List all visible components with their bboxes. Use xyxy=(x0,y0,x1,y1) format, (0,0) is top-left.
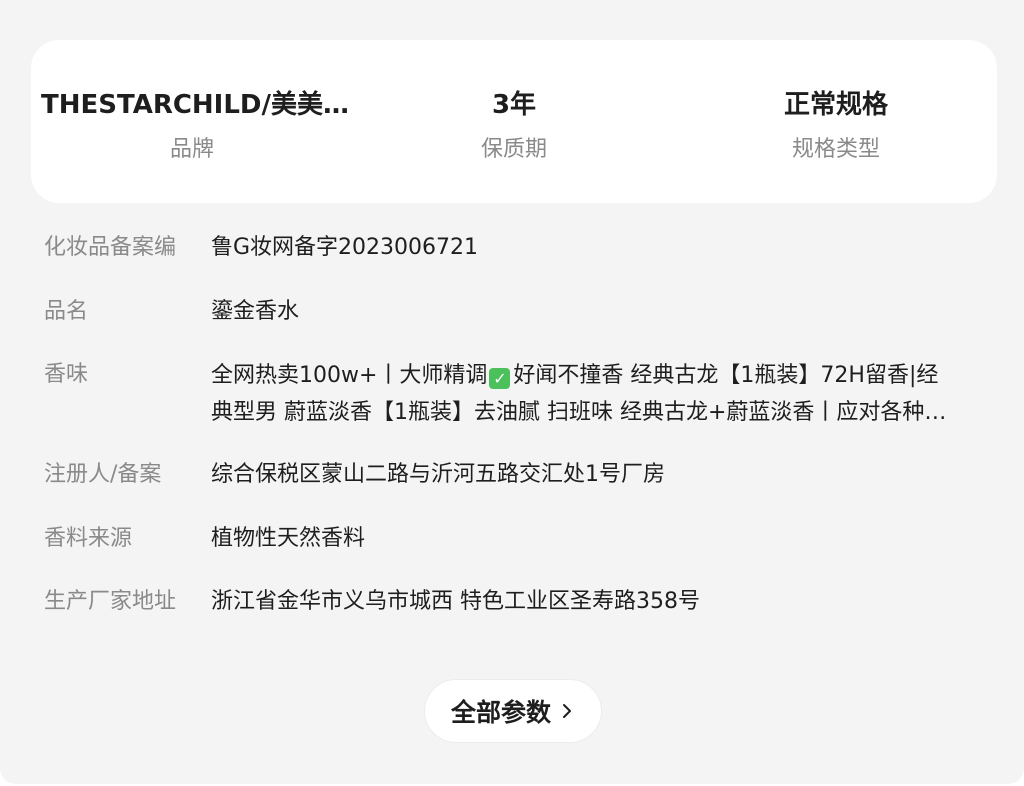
shelf-life-attribute: 3年 保质期 xyxy=(353,40,675,203)
param-value: 植物性天然香料 xyxy=(211,526,366,551)
param-value: 浙江省金华市义乌市城西 特色工业区圣寿路358号 xyxy=(211,589,700,614)
param-label: 香料来源 xyxy=(44,526,133,551)
product-params-panel: THESTARCHILD/美美… 品牌 3年 保质期 正常规格 规格类型 化妆品… xyxy=(0,0,1024,784)
spec-type-attribute: 正常规格 规格类型 xyxy=(675,40,997,203)
spec-type-value: 正常规格 xyxy=(783,90,888,120)
all-params-button[interactable]: 全部参数 xyxy=(424,679,602,743)
param-label: 生产厂家地址 xyxy=(44,589,177,614)
param-value: 综合保税区蒙山二路与沂河五路交汇处1号厂房 xyxy=(211,462,665,487)
shelf-life-label: 保质期 xyxy=(480,137,547,162)
param-label: 注册人/备案 xyxy=(44,462,162,487)
scent-text-part-1: 全网热卖100w+丨大师精调 xyxy=(211,363,488,388)
param-label: 品名 xyxy=(44,299,89,324)
scent-line-1: 全网热卖100w+丨大师精调 ✓ 好闻不撞香 经典古龙【1瓶装】72H留香|经 xyxy=(211,357,981,394)
param-value: 鎏金香水 xyxy=(211,299,300,324)
brand-label: 品牌 xyxy=(169,137,214,162)
brand-value: THESTARCHILD/美美… xyxy=(41,90,350,120)
key-attributes-card: THESTARCHILD/美美… 品牌 3年 保质期 正常规格 规格类型 xyxy=(31,40,997,203)
brand-attribute: THESTARCHILD/美美… 品牌 xyxy=(31,40,353,203)
spec-type-label: 规格类型 xyxy=(791,137,880,162)
param-value: 鲁G妆网备字2023006721 xyxy=(211,235,479,260)
chevron-right-icon xyxy=(563,704,571,718)
all-params-label: 全部参数 xyxy=(450,698,551,727)
param-label: 化妆品备案编 xyxy=(44,235,177,260)
shelf-life-value: 3年 xyxy=(491,90,537,120)
scent-line-2: 典型男 蔚蓝淡香【1瓶装】去油腻 扫班味 经典古龙+蔚蓝淡香丨应对各种… xyxy=(211,400,947,425)
scent-text-part-2: 好闻不撞香 经典古龙【1瓶装】72H留香|经 xyxy=(513,363,939,388)
check-mark-icon: ✓ xyxy=(489,368,511,389)
param-label: 香味 xyxy=(44,362,89,387)
param-value: 全网热卖100w+丨大师精调 ✓ 好闻不撞香 经典古龙【1瓶装】72H留香|经 典型… xyxy=(211,357,981,431)
